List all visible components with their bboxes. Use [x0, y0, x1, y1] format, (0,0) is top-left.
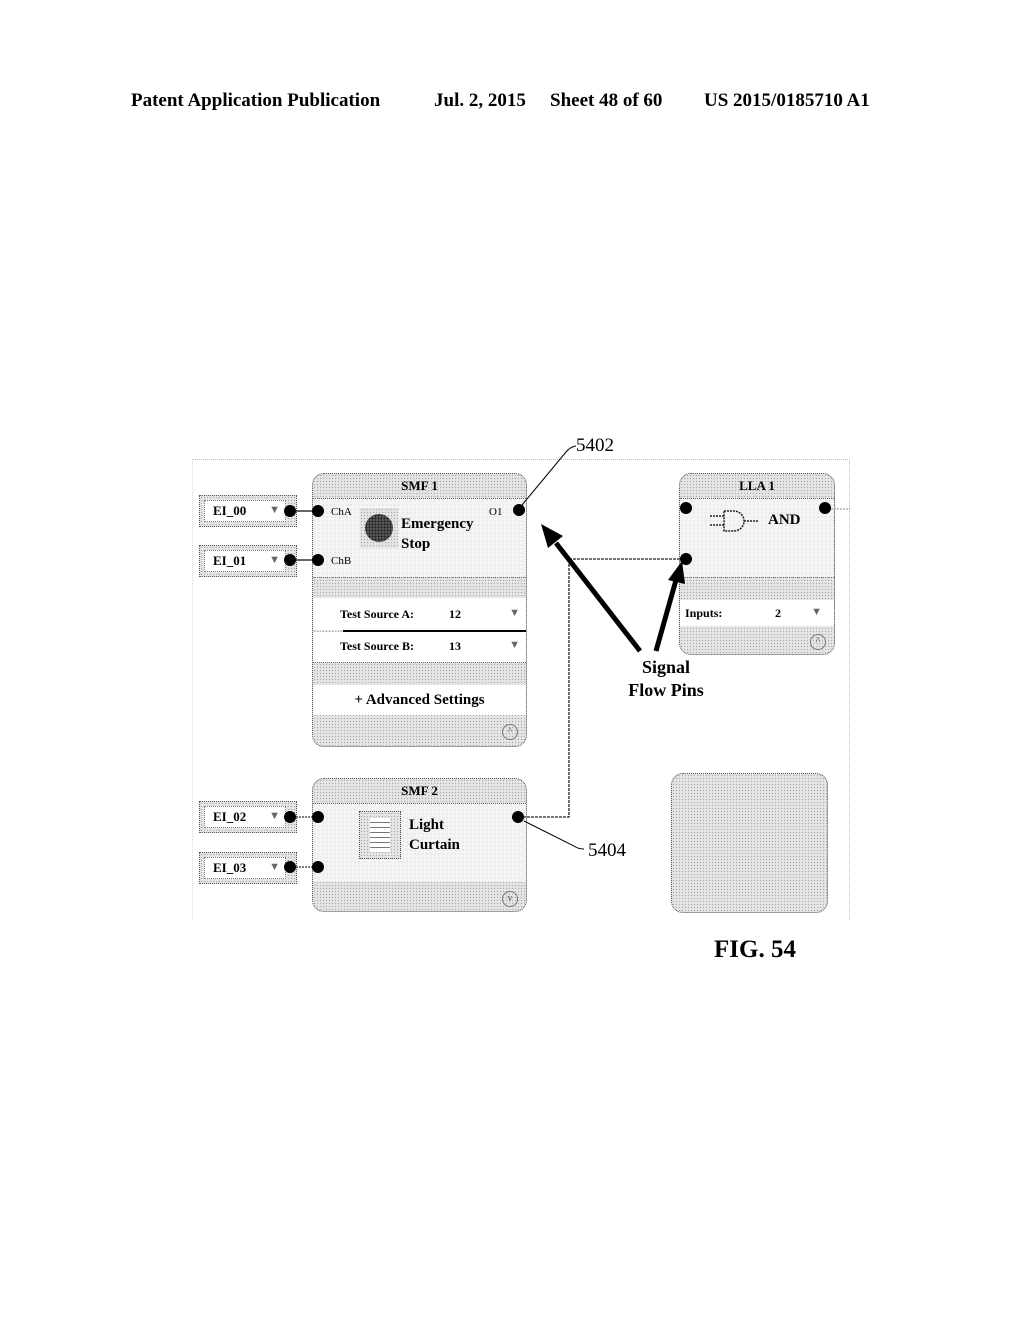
input-pin-chb [312, 554, 324, 566]
output-pin-o1 [513, 504, 525, 516]
smf2-output-pin [512, 811, 524, 823]
leader-line-5402 [521, 445, 577, 506]
signal-flow-pins-callout: Signal Flow Pins [612, 656, 720, 702]
arrowhead-right [668, 561, 685, 584]
leader-line-5404 [523, 820, 585, 850]
lla1-output-pin [819, 502, 831, 514]
tag-pin-ei00 [284, 505, 296, 517]
tag-pin-ei03 [284, 861, 296, 873]
tag-pin-ei01 [284, 554, 296, 566]
figure-label: FIG. 54 [714, 936, 796, 963]
input-pin-cha [312, 505, 324, 517]
callout-arrow-right [653, 579, 679, 652]
reference-5404: 5404 [588, 840, 626, 861]
tag-pin-ei02 [284, 811, 296, 823]
reference-5402: 5402 [576, 435, 614, 456]
wiring-overlay [284, 445, 850, 873]
lla1-input-pin-1 [680, 502, 692, 514]
callout-line2: Flow Pins [628, 680, 704, 700]
smf2-input-pin-2 [312, 861, 324, 873]
callout-line1: Signal [641, 657, 691, 677]
smf2-input-pin-1 [312, 811, 324, 823]
